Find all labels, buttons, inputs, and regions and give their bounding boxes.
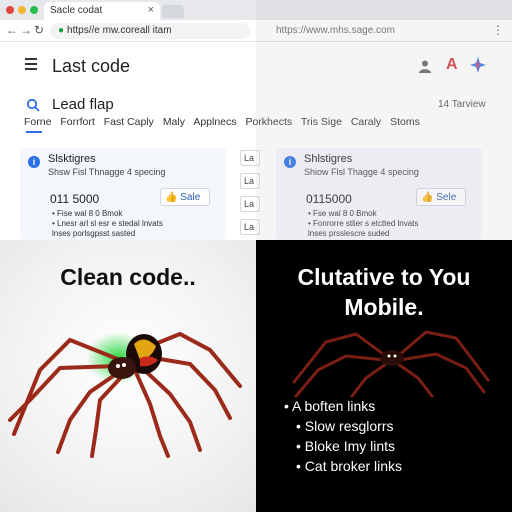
card-bullets: Fse wal 8 0 Bmok Fonrorre stlier s etctt… xyxy=(308,209,418,239)
right-headline-line1: Clutative to You xyxy=(297,264,471,290)
filter-tab[interactable]: Applnecs xyxy=(193,116,236,128)
address-bar-secondary[interactable]: https://www.mhs.sage.com xyxy=(268,23,488,39)
app-header: Last code A xyxy=(0,42,512,92)
search-title: Lead flap xyxy=(52,96,114,113)
product-card[interactable]: i Slsktigres Shsw Fisl Thnagge 4 specing… xyxy=(20,148,226,240)
app-title: Last code xyxy=(52,56,131,76)
card-bullet: Lnesr arl sl esr e stedal lnvats xyxy=(52,219,163,229)
card-bullets: Fise wal 8 0 Bmok Lnesr arl sl esr e ste… xyxy=(52,209,163,239)
left-headline: Clean code.. xyxy=(60,264,196,290)
card-bullet: Fse wal 8 0 Bmok xyxy=(308,209,418,219)
card-number: 011 5000 xyxy=(50,192,100,206)
side-button[interactable]: La xyxy=(240,150,260,166)
thumb-icon: 👍 xyxy=(165,192,178,203)
filter-tab[interactable]: Forne xyxy=(24,116,51,128)
address-bar[interactable]: ● https//e mw.coreall itam xyxy=(50,23,250,39)
search-row: Lead flap 14 Tarview xyxy=(0,92,512,118)
side-button-column: La La La La xyxy=(240,150,262,240)
forward-icon[interactable]: → xyxy=(20,23,32,37)
tab-title: Sacle codat xyxy=(50,5,103,16)
side-button[interactable]: La xyxy=(240,173,260,189)
right-promo-panel: Clutative to You Mobile. A boften links … xyxy=(256,240,512,512)
address-text: https//e mw.coreall itam xyxy=(67,25,172,36)
spider-image xyxy=(292,330,490,398)
product-card[interactable]: i Shlstigres Shiow Flsl Thagge 4 specing… xyxy=(276,148,482,240)
filter-tab[interactable]: Maly xyxy=(163,116,185,128)
side-button[interactable]: La xyxy=(240,196,260,212)
reload-icon[interactable]: ↻ xyxy=(34,23,44,37)
card-subtitle: Shiow Flsl Thagge 4 specing xyxy=(304,167,419,177)
new-tab-button[interactable] xyxy=(162,5,184,18)
lock-icon: ● xyxy=(58,25,65,36)
filter-tabs: Forne Forrfort Fast Caply Maly Applnecs … xyxy=(24,116,494,132)
right-headline: Clutative to You Mobile. xyxy=(256,262,512,322)
person-icon[interactable] xyxy=(418,59,432,73)
right-headline-line2: Mobile. xyxy=(344,294,424,320)
spider-image xyxy=(8,331,242,458)
card-bullet: Fise wal 8 0 Bmok xyxy=(52,209,163,219)
feature-item: Slow resglorrs xyxy=(284,416,402,436)
thumb-icon: 👍 xyxy=(421,192,434,203)
filter-tab[interactable]: Forrfort xyxy=(60,116,94,128)
card-bullet: lnses prsslescre suded xyxy=(308,229,390,238)
logo-star-icon[interactable] xyxy=(470,57,486,73)
sale-button[interactable]: 👍 Sele xyxy=(416,188,466,206)
result-count: 14 Tarview xyxy=(438,99,486,110)
tab-close-icon[interactable]: × xyxy=(148,4,154,16)
tab-strip: Sacle codat × xyxy=(0,0,512,20)
card-bullet: Fonrorre stlier s etctted lnvats xyxy=(308,219,418,229)
logo-a-icon[interactable]: A xyxy=(446,56,458,74)
active-tab-indicator xyxy=(26,131,42,133)
sale-button-label: Sele xyxy=(436,192,457,203)
browser-window: Sacle codat × ← → ↻ ● https//e mw.coreall… xyxy=(0,0,512,240)
filter-tab[interactable]: Caraly xyxy=(351,116,381,128)
filter-tab[interactable]: Fast Caply xyxy=(104,116,154,128)
left-promo-panel: Clean code.. xyxy=(0,240,256,512)
navigation-bar: ← → ↻ ● https//e mw.coreall itam https://… xyxy=(0,20,512,42)
info-icon: i xyxy=(284,156,296,168)
filter-tab[interactable]: Porkhects xyxy=(245,116,292,128)
address-text-secondary: https://www.mhs.sage.com xyxy=(276,25,395,36)
sale-button-label: Sale xyxy=(180,192,201,203)
feature-list: A boften links Slow resglorrs Bloke Imy … xyxy=(284,396,402,476)
filter-tab[interactable]: Tris Sige xyxy=(301,116,342,128)
hamburger-icon[interactable] xyxy=(25,58,37,70)
minimize-window-dot[interactable] xyxy=(18,6,26,14)
sale-button[interactable]: 👍 Sale xyxy=(160,188,210,206)
browser-tab[interactable]: Sacle codat × xyxy=(44,2,160,20)
card-title: Slsktigres xyxy=(48,153,96,165)
filter-tab[interactable]: Stoms xyxy=(390,116,420,128)
feature-item: A boften links xyxy=(284,396,402,416)
browser-menu-icon[interactable]: ⋮ xyxy=(492,23,504,37)
card-bullet: lnses porlsgpsst sasted xyxy=(52,229,136,238)
maximize-window-dot[interactable] xyxy=(30,6,38,14)
back-icon[interactable]: ← xyxy=(6,23,18,37)
close-window-dot[interactable] xyxy=(6,6,14,14)
feature-item: Bloke Imy lints xyxy=(284,436,402,456)
feature-item: Cat broker links xyxy=(284,456,402,476)
card-number: 0115000 xyxy=(306,192,352,206)
card-title: Shlstigres xyxy=(304,153,353,165)
info-icon: i xyxy=(28,156,40,168)
card-subtitle: Shsw Fisl Thnagge 4 specing xyxy=(48,167,166,177)
side-button[interactable]: La xyxy=(240,219,260,235)
search-icon[interactable] xyxy=(26,98,40,112)
